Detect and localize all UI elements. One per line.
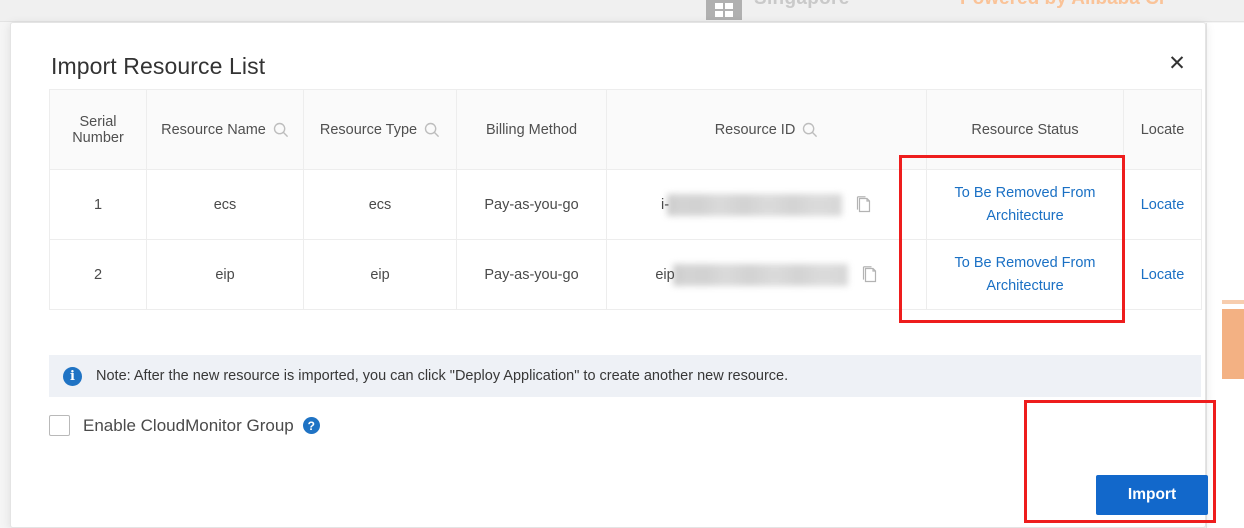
column-header-serial-number: Serial Number: [49, 89, 147, 170]
import-resource-list-dialog: Import Resource List ✕ Serial Number Res…: [10, 22, 1208, 528]
enable-cloudmonitor-checkbox[interactable]: [49, 415, 70, 436]
background-side-panel: [1206, 23, 1244, 528]
close-icon[interactable]: ✕: [1161, 47, 1193, 79]
column-header-locate: Locate: [1123, 89, 1202, 170]
column-header-label: Resource Type: [319, 121, 418, 138]
cell-resource-id: eip: [606, 239, 927, 310]
status-badge[interactable]: To Be Removed From Architecture: [943, 252, 1108, 297]
column-header-resource-name: Resource Name: [146, 89, 304, 170]
resource-table: Serial Number Resource Name Resource Typ…: [49, 89, 1202, 310]
column-header-label: Resource Status: [971, 121, 1079, 138]
cell-resource-id: i-: [606, 169, 927, 240]
screen-root: Singapore Powered by Alibaba Cl Import R…: [0, 0, 1244, 528]
copy-icon[interactable]: [856, 195, 872, 214]
side-action-button[interactable]: [1222, 307, 1244, 379]
info-icon: i: [63, 366, 82, 386]
cell-billing-method: Pay-as-you-go: [456, 169, 607, 240]
copy-icon[interactable]: [862, 265, 878, 284]
cell-serial-number: 1: [49, 169, 147, 240]
table-row: 1 ecs ecs Pay-as-you-go i- To Be Removed…: [49, 169, 1202, 240]
info-note-text: Note: After the new resource is imported…: [96, 368, 789, 384]
side-button-cap: [1222, 300, 1244, 304]
cell-resource-name: ecs: [146, 169, 304, 240]
cell-resource-type: ecs: [303, 169, 457, 240]
cell-resource-type: eip: [303, 239, 457, 310]
region-label: Singapore: [754, 0, 850, 10]
grid-icon[interactable]: [706, 0, 742, 20]
resource-id-prefix: i-: [660, 196, 670, 213]
cell-locate: Locate: [1123, 169, 1202, 240]
cloudmonitor-group-row: Enable CloudMonitor Group ?: [49, 415, 320, 436]
column-header-label: Locate: [1140, 121, 1185, 138]
resource-id-prefix: eip: [655, 266, 675, 283]
column-header-label: Resource Name: [161, 121, 266, 138]
column-header-resource-type: Resource Type: [303, 89, 457, 170]
column-header-label: Serial Number: [72, 113, 124, 146]
column-header-resource-status: Resource Status: [926, 89, 1124, 170]
search-icon[interactable]: [802, 122, 818, 138]
locate-link[interactable]: Locate: [1141, 267, 1185, 283]
column-header-resource-id: Resource ID: [606, 89, 927, 170]
cell-locate: Locate: [1123, 239, 1202, 310]
cell-resource-status: To Be Removed From Architecture: [926, 169, 1124, 240]
status-badge[interactable]: To Be Removed From Architecture: [943, 182, 1108, 227]
resource-id-redacted: [672, 263, 848, 286]
column-header-label: Resource ID: [714, 121, 796, 138]
powered-by-label: Powered by Alibaba Cl: [960, 0, 1164, 10]
table-row: 2 eip eip Pay-as-you-go eip To Be Remove…: [49, 239, 1202, 310]
cell-serial-number: 2: [49, 239, 147, 310]
import-button[interactable]: Import: [1096, 475, 1208, 515]
page-title: Import Resource List: [51, 53, 266, 79]
cell-resource-status: To Be Removed From Architecture: [926, 239, 1124, 310]
cell-resource-name: eip: [146, 239, 304, 310]
info-note-banner: i Note: After the new resource is import…: [49, 355, 1201, 397]
column-header-billing-method: Billing Method: [456, 89, 607, 170]
cell-billing-method: Pay-as-you-go: [456, 239, 607, 310]
enable-cloudmonitor-label: Enable CloudMonitor Group: [83, 415, 294, 435]
column-header-label: Billing Method: [485, 121, 578, 138]
table-header-row: Serial Number Resource Name Resource Typ…: [49, 89, 1202, 170]
resource-id-redacted: [667, 193, 843, 216]
help-icon[interactable]: ?: [302, 417, 320, 434]
search-icon[interactable]: [273, 122, 289, 138]
search-icon[interactable]: [424, 122, 440, 138]
locate-link[interactable]: Locate: [1141, 197, 1185, 213]
